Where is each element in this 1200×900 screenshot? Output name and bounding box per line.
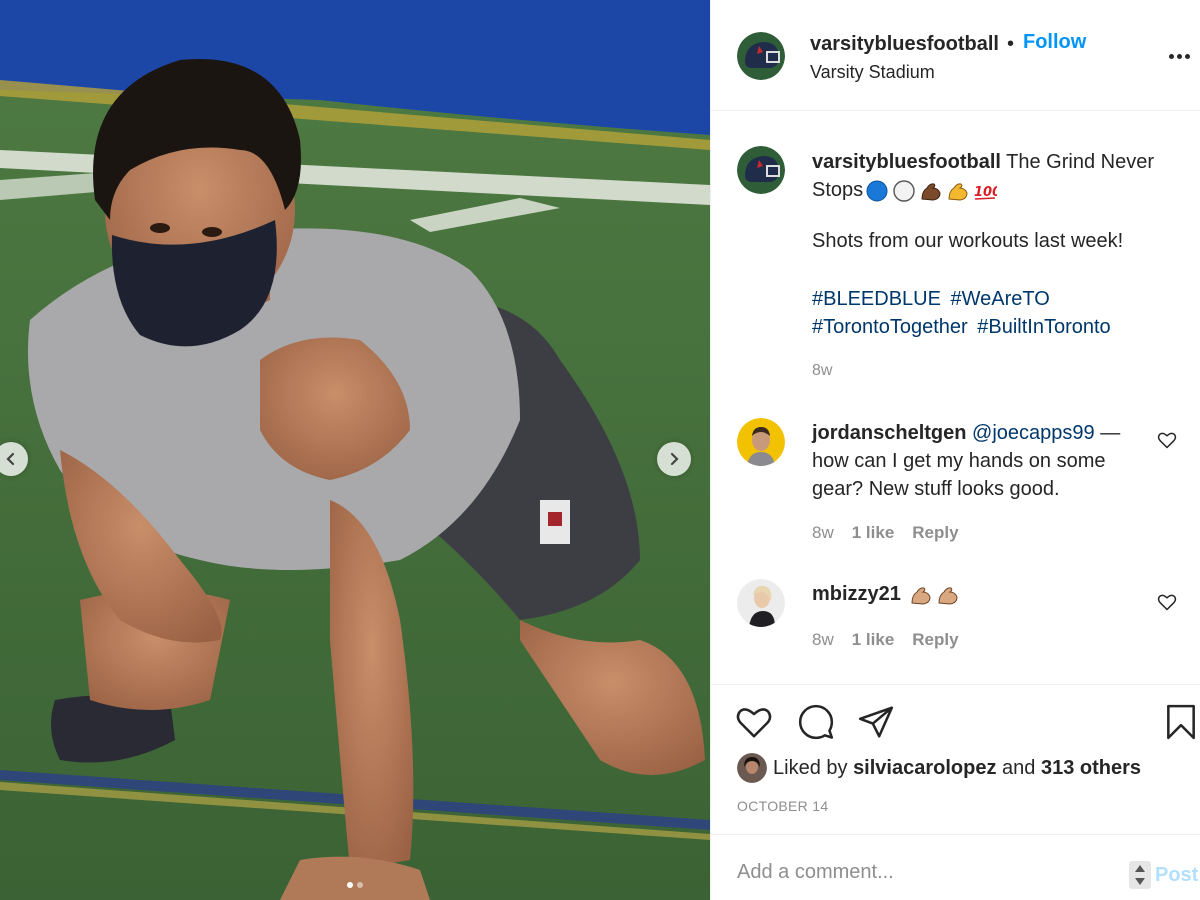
comment-meta: 8w 1 like Reply [812,630,959,650]
comment-likes-count[interactable]: 1 like [852,630,895,650]
liked-by-user[interactable]: silviacarolopez [853,757,996,779]
location-link[interactable]: Varsity Stadium [810,62,935,83]
comment-username[interactable]: jordanscheltgen [812,422,966,444]
more-dot [1169,53,1174,59]
carousel-indicator [0,882,710,888]
caption-text: varsitybluesfootball The Grind Never Sto… [812,148,1182,204]
helmet-logo-icon [737,146,785,194]
speech-bubble-icon [798,704,834,740]
caption-avatar[interactable] [737,146,785,194]
chevron-left-icon [6,452,15,466]
comment-timestamp[interactable]: 8w [812,523,834,543]
post-header: varsitybluesfootball • Follow Varsity St… [711,0,1200,111]
hashtag-link[interactable]: #BLEEDBLUE [812,288,941,310]
blue-circle-emoji [866,180,888,202]
commenter-avatar[interactable] [737,418,785,466]
user-photo-icon [737,753,767,783]
comment-emojis [909,583,960,607]
flexed-biceps-medium-emoji [937,587,958,605]
comment-likes-count[interactable]: 1 like [852,523,895,543]
flexed-biceps-emoji [948,183,968,201]
flexed-biceps-dark-emoji [921,183,941,201]
comment-username[interactable]: mbizzy21 [812,583,901,605]
comment-like-heart-icon[interactable] [1157,592,1177,612]
more-dot [1177,53,1182,59]
hashtag-link[interactable]: #WeAreTO [951,288,1050,310]
bookmark-icon [1167,704,1195,740]
liked-by-prefix: Liked by [773,757,848,779]
carousel-dot [357,882,363,888]
user-photo-icon [737,418,785,466]
liker-avatar[interactable] [737,753,767,783]
user-photo-icon [737,579,785,627]
flexed-biceps-medium-emoji [910,587,931,605]
add-comment-bar: Post [711,834,1200,900]
caption-hashtags: #BLEEDBLUE #WeAreTO #TorontoTogether #Bu… [812,285,1172,341]
post-date[interactable]: OCTOBER 14 [737,798,828,814]
comment: jordanscheltgen @joecapps99 — how can I … [812,419,1142,503]
liked-by-others[interactable]: 313 others [1041,757,1141,779]
liked-by-middle: and [1002,757,1036,779]
more-options-icon[interactable] [1169,46,1195,66]
caption-timestamp[interactable]: 8w [812,362,832,380]
caption-username[interactable]: varsitybluesfootball [812,151,1001,173]
reply-button[interactable]: Reply [912,630,958,650]
up-down-arrows-icon [1135,865,1145,885]
hashtag-link[interactable]: #BuiltInToronto [977,316,1110,338]
reply-button[interactable]: Reply [912,523,958,543]
caption-emojis: 100 [865,179,997,203]
paper-plane-icon [858,706,894,738]
post-details-panel: varsitybluesfootball • Follow Varsity St… [710,0,1200,900]
save-button[interactable] [1162,703,1200,741]
post-photo[interactable] [0,0,710,900]
comment-like-heart-icon[interactable] [1157,430,1177,450]
share-button[interactable] [857,703,895,741]
helmet-logo-icon [737,32,785,80]
account-avatar[interactable] [737,32,785,80]
heart-icon [736,708,772,738]
like-button[interactable] [735,703,773,741]
header-separator: • [1007,33,1015,55]
comment-button[interactable] [797,703,835,741]
post-actions: Liked by silviacarolopez and 313 others … [711,684,1200,834]
comment: mbizzy21 [812,580,1142,608]
hundred-points-emoji: 100 [974,185,997,200]
hashtag-link[interactable]: #TorontoTogether [812,316,968,338]
comment-mention[interactable]: @joecapps99 [972,422,1095,444]
comment-timestamp[interactable]: 8w [812,630,834,650]
header-username[interactable]: varsitybluesfootball [810,33,999,56]
commenter-avatar[interactable] [737,579,785,627]
caption-line2: Shots from our workouts last week! [812,230,1124,252]
post-comment-button[interactable]: Post [1155,864,1198,887]
chevron-right-icon [670,452,679,466]
athlete-photo [0,0,710,900]
white-circle-emoji [893,180,915,202]
next-photo-button[interactable] [657,442,691,476]
liked-by-text: Liked by silviacarolopez and 313 others [773,757,1141,780]
more-dot [1185,53,1190,59]
comment-meta: 8w 1 like Reply [812,523,959,543]
carousel-dot [347,882,353,888]
resize-handle[interactable] [1129,861,1151,889]
comment-input[interactable] [737,857,1117,887]
follow-button[interactable]: Follow [1023,31,1086,54]
